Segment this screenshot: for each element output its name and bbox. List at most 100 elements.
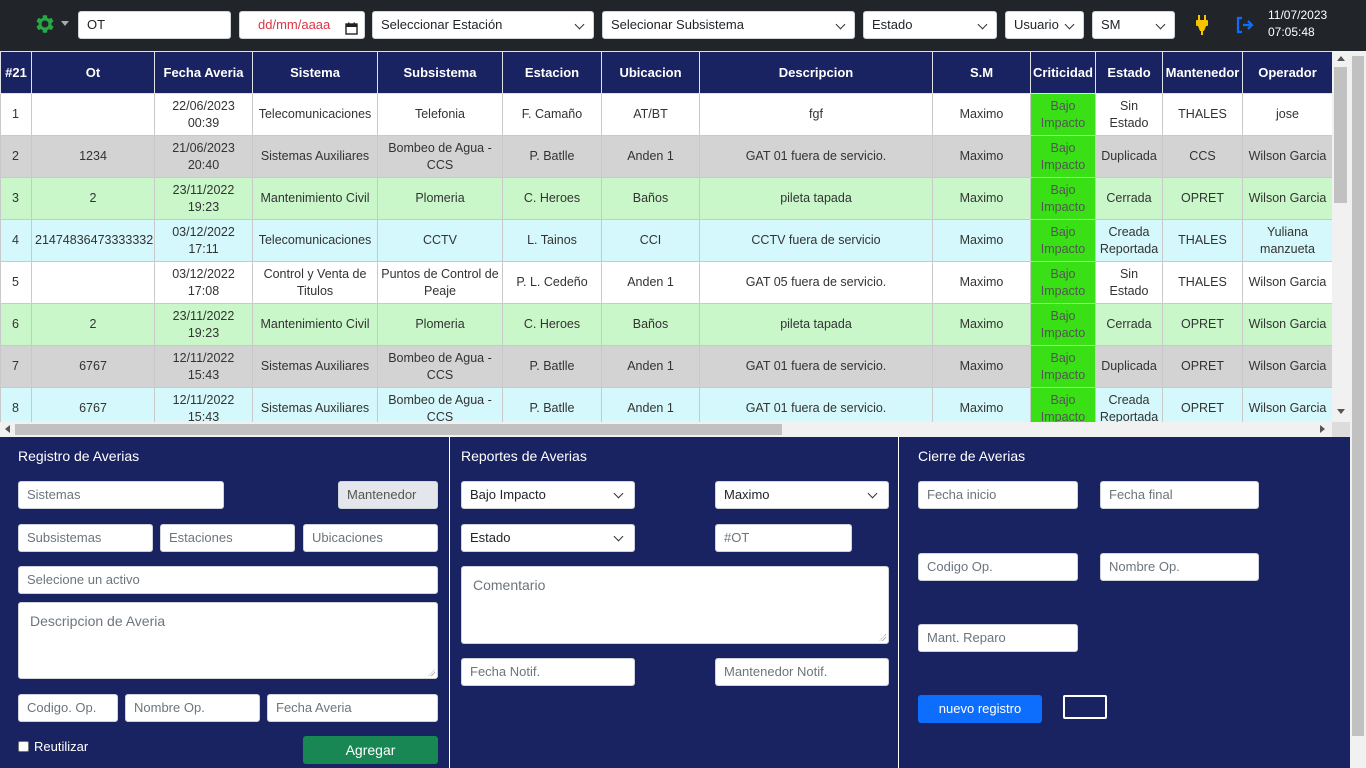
scroll-up-icon[interactable]: [1337, 56, 1345, 61]
estaciones-input[interactable]: Estaciones: [160, 524, 295, 552]
sistemas-input[interactable]: Sistemas: [18, 481, 224, 509]
scrollbar-thumb[interactable]: [1334, 67, 1347, 203]
column-header[interactable]: Subsistema: [377, 51, 503, 94]
averias-table-container: #21 Ot Fecha Averia Sistema Subsistema E…: [0, 51, 1350, 422]
table-cell: Maximo: [932, 387, 1031, 422]
agregar-button[interactable]: Agregar: [303, 736, 438, 764]
logout-icon[interactable]: [1235, 15, 1255, 35]
table-row[interactable]: 3 2 23/11/2022 19:23 Mantenimiento Civil Plo…: [0, 177, 1333, 220]
subsistemas-input[interactable]: Subsistemas: [18, 524, 153, 552]
table-cell: 1: [0, 93, 32, 136]
table-cell: Bajo Impacto: [1030, 387, 1096, 422]
top-toolbar: OT dd/mm/aaaa Seleccionar Estación Selec…: [0, 0, 1366, 51]
column-header[interactable]: Estacion: [502, 51, 602, 94]
table-cell: Bajo Impacto: [1030, 93, 1096, 136]
table-cell: Bajo Impacto: [1030, 345, 1096, 388]
table-cell: Maximo: [932, 93, 1031, 136]
column-header[interactable]: Estado: [1095, 51, 1163, 94]
scrollbar-corner: [1332, 422, 1350, 437]
table-cell: Telecomunicaciones: [252, 219, 378, 262]
ot-filter-input[interactable]: OT: [78, 11, 231, 39]
table-vertical-scrollbar[interactable]: [1332, 51, 1350, 422]
column-header[interactable]: Sistema: [252, 51, 378, 94]
table-cell: Bajo Impacto: [1030, 219, 1096, 262]
table-cell: 6767: [31, 345, 155, 388]
table-cell: pileta tapada: [699, 177, 933, 220]
table-cell: Bajo Impacto: [1030, 261, 1096, 304]
nombre-op-input[interactable]: Nombre Op.: [125, 694, 260, 722]
mant-reparo-input[interactable]: Mant. Reparo: [918, 624, 1078, 652]
fecha-inicio-input[interactable]: Fecha inicio: [918, 481, 1078, 509]
panel-title: Reportes de Averias: [461, 448, 587, 464]
plug-icon[interactable]: [1193, 14, 1211, 36]
mantenedor-notif-input[interactable]: Mantenedor Notif.: [715, 658, 889, 686]
table-cell: pileta tapada: [699, 303, 933, 346]
empty-button[interactable]: [1063, 695, 1107, 719]
fecha-averia-input[interactable]: Fecha Averia: [267, 694, 438, 722]
fecha-final-input[interactable]: Fecha final: [1100, 481, 1259, 509]
table-cell: jose: [1242, 93, 1333, 136]
comentario-textarea[interactable]: Comentario: [461, 566, 889, 644]
scrollbar-thumb[interactable]: [1352, 56, 1364, 736]
activo-input[interactable]: Selecione un activo: [18, 566, 438, 594]
table-cell: Duplicada: [1095, 345, 1163, 388]
calendar-icon[interactable]: [345, 18, 358, 35]
state-select[interactable]: Estado: [863, 11, 997, 39]
scroll-down-icon[interactable]: [1337, 409, 1345, 414]
table-cell: 12/11/2022 15:43: [154, 387, 253, 422]
table-row[interactable]: 6 2 23/11/2022 19:23 Mantenimiento Civil Plo…: [0, 303, 1333, 346]
table-cell: Sistemas Auxiliares: [252, 135, 378, 178]
scrollbar-thumb[interactable]: [15, 424, 782, 435]
estado-select[interactable]: Estado: [461, 524, 635, 552]
table-cell: Mantenimiento Civil: [252, 177, 378, 220]
column-header[interactable]: Operador: [1242, 51, 1333, 94]
table-row[interactable]: 2 1234 21/06/2023 20:40 Sistemas Auxiliares…: [0, 135, 1333, 178]
table-cell: OPRET: [1162, 303, 1243, 346]
column-header[interactable]: Criticidad: [1030, 51, 1096, 94]
station-select[interactable]: Seleccionar Estación: [372, 11, 594, 39]
fecha-notif-input[interactable]: Fecha Notif.: [461, 658, 635, 686]
sm-select[interactable]: SM: [1092, 11, 1175, 39]
column-header[interactable]: Mantenedor: [1162, 51, 1243, 94]
chevron-down-icon[interactable]: [61, 21, 69, 26]
subsystem-select[interactable]: Selecionar Subsistema: [602, 11, 855, 39]
table-row[interactable]: 1 22/06/2023 00:39 Telecomunicaciones Telef…: [0, 93, 1333, 136]
table-cell: Wilson Garcia: [1242, 387, 1333, 422]
scroll-right-icon[interactable]: [1320, 425, 1325, 433]
table-row[interactable]: 7 6767 12/11/2022 15:43 Sistemas Auxiliares…: [0, 345, 1333, 388]
column-header[interactable]: Descripcion: [699, 51, 933, 94]
table-horizontal-scrollbar[interactable]: [0, 422, 1332, 437]
nombre-op-input[interactable]: Nombre Op.: [1100, 553, 1259, 581]
table-cell: Cerrada: [1095, 303, 1163, 346]
table-cell: Wilson Garcia: [1242, 135, 1333, 178]
table-row[interactable]: 8 6767 12/11/2022 15:43 Sistemas Auxiliares…: [0, 387, 1333, 422]
column-header[interactable]: Ot: [31, 51, 155, 94]
codigo-op-input[interactable]: Codigo Op.: [918, 553, 1078, 581]
ubicaciones-input[interactable]: Ubicaciones: [303, 524, 438, 552]
column-header[interactable]: S.M: [932, 51, 1031, 94]
column-header[interactable]: Ubicacion: [601, 51, 700, 94]
scroll-left-icon[interactable]: [5, 425, 10, 433]
sm-select[interactable]: Maximo: [715, 481, 889, 509]
page-vertical-scrollbar[interactable]: [1350, 51, 1366, 768]
table-cell: Maximo: [932, 261, 1031, 304]
reutilizar-checkbox[interactable]: [18, 741, 29, 752]
user-select[interactable]: Usuario: [1005, 11, 1084, 39]
column-header[interactable]: #21: [0, 51, 32, 94]
table-cell: 8: [0, 387, 32, 422]
date-filter-input[interactable]: dd/mm/aaaa: [239, 11, 365, 39]
table-cell: OPRET: [1162, 345, 1243, 388]
table-row[interactable]: 5 03/12/2022 17:08 Control y Venta de Titu…: [0, 261, 1333, 304]
descripcion-textarea[interactable]: Descripcion de Averia: [18, 602, 438, 679]
column-header[interactable]: Fecha Averia: [154, 51, 253, 94]
table-cell: Anden 1: [601, 261, 700, 304]
forms-area: Registro de Averias Sistemas Mantenedor …: [0, 437, 1350, 768]
table-cell: Cerrada: [1095, 177, 1163, 220]
nuevo-registro-button[interactable]: nuevo registro: [918, 695, 1042, 723]
gear-icon[interactable]: [33, 11, 57, 37]
ot-input[interactable]: #OT: [715, 524, 852, 552]
table-cell: GAT 01 fuera de servicio.: [699, 135, 933, 178]
table-row[interactable]: 4 21474836473333332 03/12/2022 17:11 Teleco…: [0, 219, 1333, 262]
codigo-op-input[interactable]: Codigo. Op.: [18, 694, 118, 722]
criticidad-select[interactable]: Bajo Impacto: [461, 481, 635, 509]
